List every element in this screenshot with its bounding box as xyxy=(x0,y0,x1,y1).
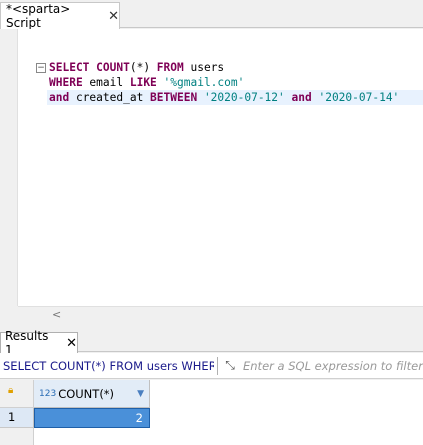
editor-gutter xyxy=(0,29,18,306)
table-cell-count[interactable]: 2 xyxy=(34,408,150,428)
sql-keyword: FROM xyxy=(156,61,191,74)
sql-keyword: and xyxy=(49,91,76,104)
fold-collapse-icon[interactable]: − xyxy=(36,63,46,73)
sql-identifier: created_at xyxy=(75,91,151,104)
tab-results-1[interactable]: Results 1 ✕ xyxy=(0,329,78,357)
grid-corner: 🔒︎ xyxy=(0,380,34,408)
sort-dropdown-icon[interactable]: ▼ xyxy=(137,389,144,399)
sql-editor[interactable]: − SELECT COUNT(*) FROM users WHERE email … xyxy=(0,29,423,306)
close-icon[interactable]: ✕ xyxy=(66,336,77,351)
code-line[interactable]: and created_at BETWEEN '2020-07-12' and … xyxy=(47,90,423,105)
executed-query-text: SELECT COUNT(*) FROM users WHERE xyxy=(3,358,214,373)
sql-string: '%gmail.com' xyxy=(163,76,245,89)
numeric-type-icon: 123 xyxy=(39,388,57,399)
close-icon[interactable]: ✕ xyxy=(108,9,119,24)
results-grid: 🔒︎ 123 COUNT(*) ▼ 1 2 xyxy=(0,380,423,445)
code-line[interactable]: SELECT COUNT(*) FROM users xyxy=(49,60,423,75)
editor-tab-strip: *<sparta> Script ✕ xyxy=(0,0,423,30)
sql-keyword: and xyxy=(291,91,319,104)
filter-input[interactable]: Enter a SQL expression to filter results xyxy=(239,359,423,373)
code-line[interactable]: WHERE email LIKE '%gmail.com' xyxy=(49,75,423,90)
scroll-left-icon[interactable]: < xyxy=(52,308,61,321)
tab-title: *<sparta> Script xyxy=(6,2,71,30)
row-number[interactable]: 1 xyxy=(0,408,34,428)
divider xyxy=(217,356,218,375)
results-tab-bar: Results 1 ✕ xyxy=(0,329,423,357)
sql-identifier: (*) xyxy=(129,61,157,74)
horizontal-scrollbar[interactable]: < xyxy=(18,306,423,322)
tab-sparta-script[interactable]: *<sparta> Script ✕ xyxy=(0,2,120,30)
column-header-count[interactable]: 123 COUNT(*) ▼ xyxy=(34,380,150,408)
sql-string: '2020-07-12' xyxy=(203,91,285,104)
sql-keyword: COUNT xyxy=(96,61,130,74)
sql-keyword: BETWEEN xyxy=(150,91,204,104)
sql-code[interactable]: SELECT COUNT(*) FROM users WHERE email LI… xyxy=(47,60,423,105)
sql-keyword: LIKE xyxy=(129,76,164,89)
sql-identifier: users xyxy=(190,61,225,74)
sql-keyword: WHERE xyxy=(49,76,90,89)
lock-icon: 🔒︎ xyxy=(8,385,14,396)
sql-keyword: SELECT xyxy=(49,61,97,74)
results-filter-bar: SELECT COUNT(*) FROM users WHERE ⤡ Enter… xyxy=(0,353,423,379)
sql-identifier: email xyxy=(89,76,130,89)
row-header-empty xyxy=(0,428,34,445)
sql-identifier xyxy=(285,91,292,104)
column-header-label: COUNT(*) xyxy=(58,386,115,401)
expand-icon[interactable]: ⤡ xyxy=(221,358,239,373)
sql-string: '2020-07-14' xyxy=(318,91,400,104)
